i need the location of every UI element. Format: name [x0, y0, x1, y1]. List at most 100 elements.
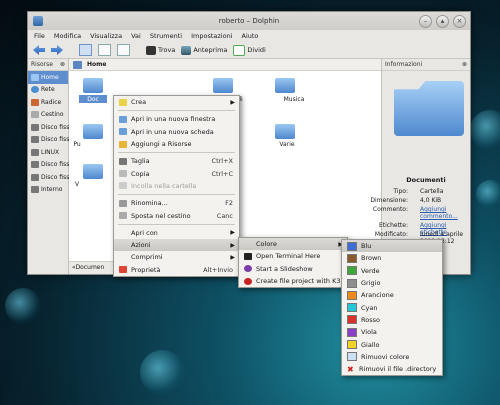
binoculars-icon: [146, 45, 156, 55]
menu-item-trash[interactable]: Sposta nel cestino Canc: [114, 209, 239, 221]
color-grigio[interactable]: Grigio: [342, 277, 442, 289]
menu-item-crea[interactable]: Crea ▶: [114, 96, 239, 108]
color-brown[interactable]: Brown: [342, 252, 442, 264]
file-label-video[interactable]: V: [47, 181, 107, 188]
icons-view-icon[interactable]: [79, 44, 92, 56]
menu-item-colore[interactable]: Colore▶: [239, 238, 347, 251]
color-cyan[interactable]: Cyan: [342, 301, 442, 313]
cut-icon: [119, 157, 127, 165]
hard-disk-icon: [31, 173, 39, 181]
menu-item-rename[interactable]: Rinomina... F2: [114, 197, 239, 209]
network-icon: [31, 86, 39, 94]
paste-icon: [119, 182, 127, 190]
color-swatch-icon: [347, 340, 357, 350]
menu-item-copy[interactable]: Copia Ctrl+C: [114, 167, 239, 179]
dolphin-window: roberto – Dolphin – ▴ × File Modifica Vi…: [27, 11, 471, 275]
place-radice[interactable]: Radice: [28, 96, 68, 109]
menu-item-cut[interactable]: Taglia Ctrl+X: [114, 155, 239, 167]
panel-close-icon[interactable]: ⊗: [462, 59, 467, 70]
window-title: roberto – Dolphin: [218, 17, 280, 25]
color-swatch-icon: [347, 303, 357, 313]
forward-icon[interactable]: [51, 45, 63, 55]
menu-file[interactable]: File: [34, 32, 45, 40]
menu-visualizza[interactable]: Visualizza: [90, 32, 122, 40]
hard-disk-icon: [31, 123, 39, 131]
split-icon: [233, 44, 246, 56]
folder-icon[interactable]: [83, 124, 103, 139]
hard-disk-icon: [31, 136, 39, 144]
place-disk[interactable]: Disco fiss...: [28, 121, 75, 134]
file-label-musica[interactable]: Musica: [264, 96, 324, 103]
menu-item-properties[interactable]: Proprietà Alt+Invio: [114, 264, 239, 276]
breadcrumb-home[interactable]: Home: [87, 61, 106, 68]
places-panel: Risorse ⊗ Home Rete Radice Cestino Disco …: [28, 59, 75, 274]
details-view-icon[interactable]: [98, 44, 111, 56]
wallpaper-bubble: [140, 350, 185, 395]
color-swatch-icon: [347, 352, 357, 362]
folder-icon[interactable]: [213, 78, 233, 93]
terminal-icon: [244, 252, 252, 260]
info-header: Informazioni ⊗: [382, 59, 470, 71]
folder-icon[interactable]: [83, 164, 103, 179]
color-arancione[interactable]: Arancione: [342, 289, 442, 301]
menu-item-compress[interactable]: Comprimi ▶: [114, 251, 239, 263]
window-titlebar[interactable]: roberto – Dolphin – ▴ ×: [28, 12, 470, 30]
color-rosso[interactable]: Rosso: [342, 314, 442, 326]
place-rete[interactable]: Rete: [28, 84, 68, 97]
menu-item-open-with[interactable]: Apri con ▶: [114, 227, 239, 239]
dolphin-app-icon[interactable]: [33, 16, 43, 26]
preview-icon: [181, 45, 192, 55]
file-label-pubblici[interactable]: Pu: [47, 141, 107, 148]
hard-disk-icon: [31, 148, 39, 156]
folder-icon[interactable]: [83, 78, 103, 93]
place-disk[interactable]: Disco fiss...: [28, 159, 75, 172]
color-viola[interactable]: Viola: [342, 326, 442, 338]
rename-icon: [119, 199, 127, 207]
menu-item-paste: Incolla nella cartella: [114, 180, 239, 192]
wallpaper-bubble: [5, 288, 41, 324]
menu-item-actions[interactable]: Azioni ▶: [114, 238, 239, 252]
menu-vai[interactable]: Vai: [131, 32, 141, 40]
panel-close-icon[interactable]: ⊗: [60, 59, 65, 70]
menu-impostazioni[interactable]: Impostazioni: [191, 32, 232, 40]
menu-item-new-window[interactable]: Apri in una nuova finestra: [114, 113, 239, 125]
menu-item-k3b[interactable]: Create file project with K3b: [239, 275, 347, 287]
back-icon[interactable]: [33, 45, 45, 55]
menu-strumenti[interactable]: Strumenti: [150, 32, 182, 40]
close-icon[interactable]: ×: [453, 15, 466, 28]
color-verde[interactable]: Verde: [342, 265, 442, 277]
home-icon[interactable]: [73, 60, 82, 69]
preview-button[interactable]: Anteprima: [181, 45, 227, 55]
color-giallo[interactable]: Giallo: [342, 338, 442, 350]
menu-modifica[interactable]: Modifica: [54, 32, 81, 40]
columns-view-icon[interactable]: [117, 44, 130, 56]
folder-icon[interactable]: [275, 124, 295, 139]
menu-item-new-tab[interactable]: Apri in una nuova scheda: [114, 126, 239, 138]
place-cestino[interactable]: Cestino: [28, 109, 68, 122]
window-new-icon: [119, 115, 127, 123]
find-button[interactable]: Trova: [146, 45, 175, 55]
remove-directory-file[interactable]: ✖ Rimuovi il file .directory: [342, 363, 442, 375]
context-menu: Crea ▶ Apri in una nuova finestra Apri in…: [113, 95, 240, 277]
menu-item-open-terminal[interactable]: Open Terminal Here: [239, 250, 347, 262]
menu-aiuto[interactable]: Aiuto: [242, 32, 259, 40]
hard-disk-icon: [31, 161, 39, 169]
k3b-icon: [244, 277, 252, 285]
file-label-varie[interactable]: Varie: [257, 141, 317, 148]
add-comment-link[interactable]: Aggiungi commento...: [420, 206, 458, 220]
remove-color[interactable]: Rimuovi colore: [342, 351, 442, 363]
menu-item-add-to-places[interactable]: Aggiungi a Risorse: [114, 138, 239, 150]
maximize-icon[interactable]: ▴: [436, 15, 449, 28]
menu-item-slideshow[interactable]: Start a Slideshow: [239, 263, 347, 275]
toolbar: Trova Anteprima Dividi: [28, 42, 470, 59]
slideshow-icon: [244, 265, 252, 273]
color-blu[interactable]: Blu: [342, 240, 442, 253]
minimize-icon[interactable]: –: [419, 15, 432, 28]
home-icon: [31, 73, 39, 81]
place-home[interactable]: Home: [28, 71, 68, 84]
split-button[interactable]: Dividi: [233, 44, 266, 56]
folder-preview-icon: [394, 81, 464, 136]
location-bar[interactable]: Home: [69, 59, 381, 71]
menubar: File Modifica Visualizza Vai Strumenti I…: [28, 30, 470, 42]
folder-icon[interactable]: [275, 78, 295, 93]
